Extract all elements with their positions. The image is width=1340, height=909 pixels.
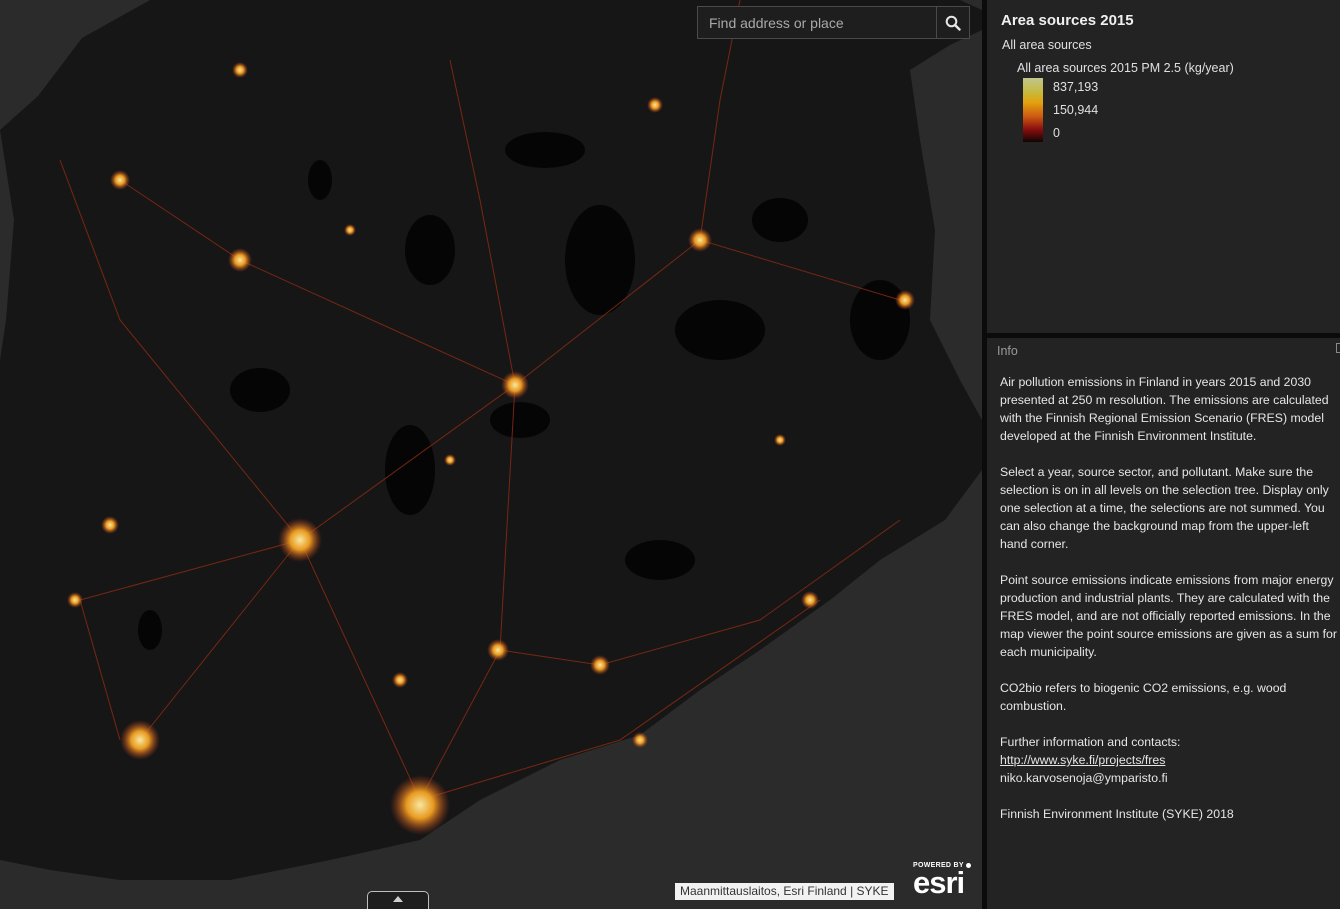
- contacts-block: Further information and contacts: http:/…: [1000, 733, 1337, 787]
- contacts-label: Further information and contacts:: [1000, 735, 1181, 749]
- legend-color-ramp: [1023, 78, 1043, 142]
- fres-project-link[interactable]: http://www.syke.fi/projects/fres: [1000, 753, 1165, 767]
- info-paragraph: Air pollution emissions in Finland in ye…: [1000, 375, 1329, 443]
- search-button[interactable]: [936, 7, 969, 38]
- info-body: Air pollution emissions in Finland in ye…: [1000, 373, 1337, 841]
- chevron-up-icon: [393, 896, 403, 902]
- contact-email: niko.karvosenoja@ymparisto.fi: [1000, 771, 1168, 785]
- legend-layer-name: All area sources: [1002, 38, 1092, 52]
- legend-min-value: 0: [1053, 126, 1060, 140]
- info-paragraph: CO2bio refers to biogenic CO2 emissions,…: [1000, 681, 1287, 713]
- map-attribution: Maanmittauslaitos, Esri Finland | SYKE: [675, 883, 894, 900]
- info-paragraph: Point source emissions indicate emission…: [1000, 573, 1337, 659]
- legend-field-name: All area sources 2015 PM 2.5 (kg/year): [1017, 61, 1234, 75]
- search-input[interactable]: [698, 7, 936, 38]
- logo-dot-icon: [965, 863, 971, 868]
- esri-logo[interactable]: POWERED BY esri: [913, 862, 971, 900]
- legend-title: Area sources 2015: [1001, 12, 1134, 29]
- info-panel: Info Air pollution emissions in Finland …: [987, 338, 1340, 909]
- esri-wordmark: esri: [913, 865, 965, 900]
- map-view[interactable]: Maanmittauslaitos, Esri Finland | SYKE P…: [0, 0, 982, 909]
- legend-mid-value: 150,944: [1053, 103, 1099, 117]
- panel-toggle-button[interactable]: [367, 891, 429, 909]
- legend-max-value: 837,193: [1053, 80, 1099, 94]
- info-header: Info: [997, 344, 1018, 358]
- panel-collapse-icon[interactable]: [1336, 343, 1340, 353]
- info-paragraph: Select a year, source sector, and pollut…: [1000, 465, 1329, 551]
- basemap: [0, 0, 982, 909]
- info-footer: Finnish Environment Institute (SYKE) 201…: [1000, 807, 1234, 821]
- legend-panel: Area sources 2015 All area sources All a…: [987, 0, 1340, 333]
- search-box[interactable]: [697, 6, 970, 39]
- search-icon: [945, 15, 961, 31]
